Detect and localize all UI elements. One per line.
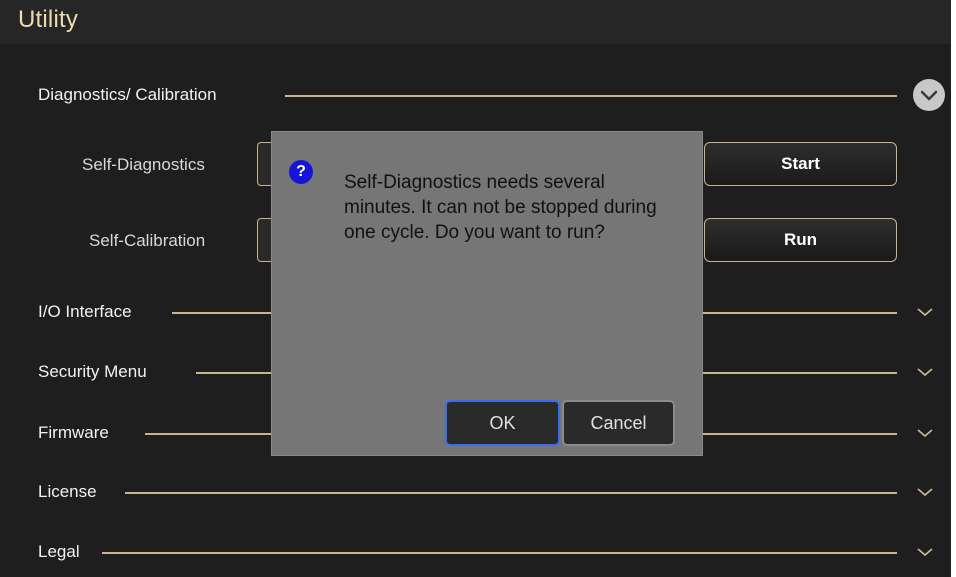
section-label-io: I/O Interface — [38, 302, 132, 321]
start-button[interactable]: Start — [704, 142, 897, 186]
title-bar: Utility — [0, 0, 951, 44]
section-diagnostics-calibration[interactable]: Diagnostics/ Calibration — [0, 75, 951, 115]
section-divider — [102, 552, 897, 554]
dialog-message: Self-Diagnostics needs several minutes. … — [344, 172, 657, 243]
self-calibration-label: Self-Calibration — [89, 231, 206, 250]
chevron-down-icon[interactable] — [915, 423, 935, 443]
collapse-circle-icon[interactable] — [913, 79, 945, 111]
section-label-security: Security Menu — [38, 362, 147, 381]
section-divider — [125, 492, 897, 494]
section-divider — [285, 95, 897, 97]
section-label-legal: Legal — [38, 542, 80, 561]
section-label-firmware: Firmware — [38, 423, 109, 442]
cancel-button[interactable]: Cancel — [562, 400, 675, 446]
chevron-down-icon[interactable] — [915, 542, 935, 562]
section-label-diagnostics: Diagnostics/ Calibration — [38, 85, 217, 104]
ok-button[interactable]: OK — [445, 400, 560, 446]
section-legal[interactable]: Legal — [0, 532, 951, 572]
confirm-dialog: ? Self-Diagnostics needs several minutes… — [271, 131, 703, 456]
self-diagnostics-label: Self-Diagnostics — [82, 155, 205, 174]
question-icon: ? — [289, 160, 313, 184]
chevron-down-icon[interactable] — [915, 362, 935, 382]
section-license[interactable]: License — [0, 472, 951, 512]
chevron-down-icon[interactable] — [915, 482, 935, 502]
window-title: Utility — [18, 6, 79, 33]
section-label-license: License — [38, 482, 97, 501]
utility-window: Utility Diagnostics/ Calibration Self-Di… — [0, 0, 951, 577]
run-button[interactable]: Run — [704, 218, 897, 262]
chevron-down-icon[interactable] — [915, 302, 935, 322]
